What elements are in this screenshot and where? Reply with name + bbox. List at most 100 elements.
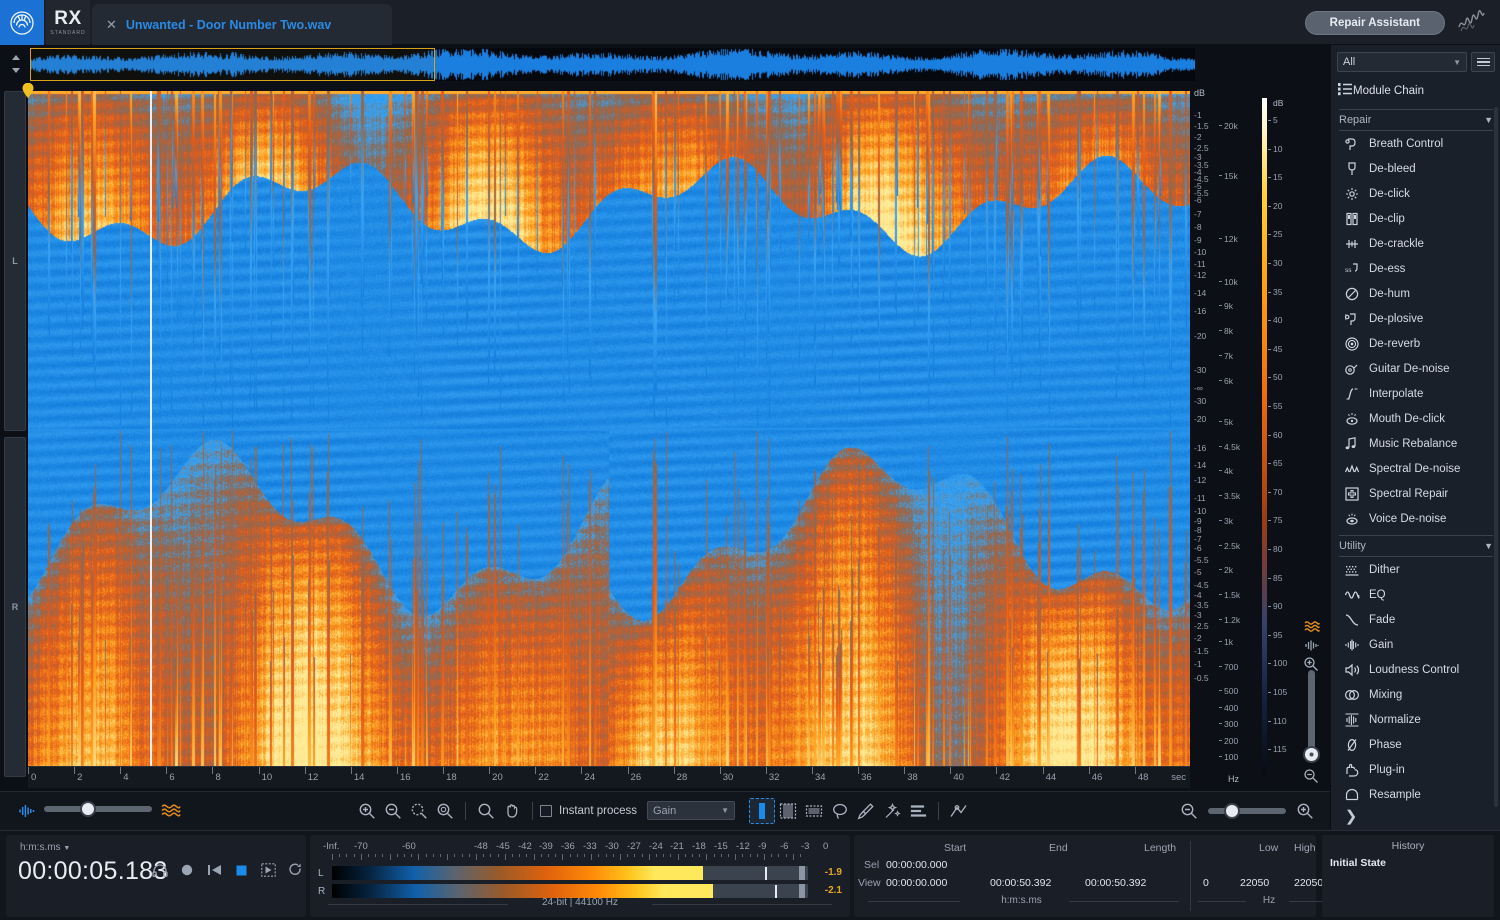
module-item-de-reverb[interactable]: De-reverb <box>1331 331 1500 356</box>
module-item-de-crackle[interactable]: De-crackle <box>1331 231 1500 256</box>
editor-toolbar[interactable]: Instant process Gain ▼ <box>0 791 1330 829</box>
module-item-de-plosive[interactable]: De-plosive <box>1331 306 1500 331</box>
current-time-display[interactable]: 00:00:05.183 <box>18 857 168 886</box>
hand-tool-icon[interactable] <box>499 798 525 824</box>
sidebar-item-module-chain[interactable]: Module Chain <box>1337 79 1495 103</box>
zoom-in-icon[interactable] <box>1292 798 1318 824</box>
waveform-scribble-icon[interactable] <box>1456 9 1488 37</box>
stop-icon[interactable] <box>233 862 249 878</box>
magic-wand-selection-tool-icon[interactable] <box>879 798 905 824</box>
spectrogram-panel[interactable]: L R sec 0 2 4 6 8 10 12 14 16 18 20 22 24 26 28 30 32 34 3… <box>0 82 1330 791</box>
view-end[interactable]: 00:00:50.392 <box>990 877 1051 889</box>
sel-start[interactable]: 00:00:00.000 <box>886 859 947 871</box>
overview-waveform-panel[interactable] <box>0 45 1330 83</box>
module-group-header-repair[interactable]: Repair ▼ <box>1339 109 1493 131</box>
document-tab[interactable]: ✕ Unwanted - Door Number Two.wav <box>92 4 392 45</box>
vertical-zoom-slider-knob[interactable] <box>1303 746 1320 763</box>
zoom-to-selection-icon[interactable] <box>406 798 432 824</box>
module-item-de-bleed[interactable]: De-bleed <box>1331 156 1500 181</box>
time-frequency-selection-tool-icon[interactable] <box>801 798 827 824</box>
module-item-dither[interactable]: Dither <box>1331 557 1500 582</box>
module-item-loudness-control[interactable]: Loudness Control <box>1331 657 1500 682</box>
module-item-de-ess[interactable]: ss De-ess <box>1331 256 1500 281</box>
izotope-logo[interactable] <box>0 0 44 45</box>
module-list[interactable]: Repair ▼ Breath Control De-bleed De-click De-… <box>1331 105 1500 830</box>
module-item-normalize[interactable]: Normalize <box>1331 707 1500 732</box>
freq-high[interactable]: 22050 <box>1240 877 1269 889</box>
hamburger-menu-icon[interactable] <box>1471 52 1495 72</box>
module-sidebar[interactable]: All ▼ Module Chain Repair ▼ Breath Control… <box>1330 45 1500 830</box>
module-item-mixing[interactable]: Mixing <box>1331 682 1500 707</box>
module-filter-select[interactable]: All ▼ <box>1337 52 1467 72</box>
monitor-headphones-icon[interactable] <box>152 862 168 878</box>
module-item-spectral-repair[interactable]: Spectral Repair <box>1331 481 1500 506</box>
play-selection-icon[interactable] <box>260 862 276 878</box>
chevron-right-icon[interactable]: ❯ <box>1341 806 1361 826</box>
go-to-start-icon[interactable] <box>206 862 222 878</box>
blend-slider-track[interactable] <box>44 806 152 812</box>
module-item-resample[interactable]: Resample <box>1331 782 1500 807</box>
zoom-out-icon[interactable] <box>1303 768 1321 784</box>
time-selection-tool-icon[interactable] <box>748 797 775 824</box>
transport-controls[interactable] <box>152 862 330 878</box>
module-item-de-hum[interactable]: De-hum <box>1331 281 1500 306</box>
module-item-de-click[interactable]: De-click <box>1331 181 1500 206</box>
zoom-out-icon[interactable] <box>1176 798 1202 824</box>
blend-slider-knob[interactable] <box>80 801 96 817</box>
module-item-guitar-de-noise[interactable]: Guitar De-noise <box>1331 356 1500 381</box>
module-item-breath-control[interactable]: Breath Control <box>1331 131 1500 156</box>
channel-label-left[interactable]: L <box>4 91 26 431</box>
vertical-resize-icon[interactable] <box>6 51 26 77</box>
freq-low[interactable]: 0 <box>1203 877 1209 889</box>
waveform-spectrogram-blend-slider[interactable] <box>44 801 152 817</box>
zoom-to-fit-icon[interactable] <box>432 798 458 824</box>
zoom-out-icon[interactable] <box>380 798 406 824</box>
vertical-zoom-controls[interactable] <box>1300 618 1324 786</box>
meter-row-left[interactable]: L -1.9 <box>318 865 842 882</box>
channel-label-right[interactable]: R <box>4 437 26 777</box>
waveform-view-icon[interactable] <box>14 798 40 824</box>
brush-selection-tool-icon[interactable] <box>853 798 879 824</box>
time-format-select[interactable]: h:m:s.ms ▼ <box>20 842 70 853</box>
spectrogram-view-icon[interactable] <box>158 798 184 824</box>
module-item-interpolate[interactable]: Interpolate <box>1331 381 1500 406</box>
zoom-in-icon[interactable] <box>354 798 380 824</box>
harmonic-selection-tool-icon[interactable] <box>905 798 931 824</box>
history-panel[interactable]: History Initial State <box>1322 835 1494 917</box>
overview-waveform[interactable] <box>30 48 1195 81</box>
module-item-fade[interactable]: Fade <box>1331 607 1500 632</box>
horizontal-zoom-slider[interactable] <box>1208 802 1286 819</box>
module-item-phase[interactable]: Phase <box>1331 732 1500 757</box>
horizontal-zoom-track[interactable] <box>1208 807 1286 814</box>
freq-range[interactable]: 22050 <box>1294 877 1323 889</box>
playhead-marker-icon[interactable] <box>21 82 35 99</box>
magnifier-tool-icon[interactable] <box>473 798 499 824</box>
module-item-eq[interactable]: EQ <box>1331 582 1500 607</box>
overview-waveform-canvas[interactable] <box>30 48 1195 81</box>
view-start[interactable]: 00:00:00.000 <box>886 877 947 889</box>
record-icon[interactable] <box>179 862 195 878</box>
module-item-gain[interactable]: Gain <box>1331 632 1500 657</box>
pen-envelope-tool-icon[interactable] <box>946 798 972 824</box>
module-item-plug-in[interactable]: Plug-in <box>1331 757 1500 782</box>
module-item-mouth-de-click[interactable]: Mouth De-click <box>1331 406 1500 431</box>
module-item-voice-de-noise[interactable]: Voice De-noise <box>1331 506 1500 531</box>
sidebar-scrollbar[interactable] <box>1494 107 1498 807</box>
frequency-selection-tool-icon[interactable] <box>775 798 801 824</box>
loop-icon[interactable] <box>287 862 303 878</box>
waveform-view-icon[interactable] <box>1302 637 1322 653</box>
playhead-line[interactable] <box>150 91 152 766</box>
module-item-de-clip[interactable]: De-clip <box>1331 206 1500 231</box>
module-item-spectral-de-noise[interactable]: Spectral De-noise <box>1331 456 1500 481</box>
spectrogram-view-icon[interactable] <box>1302 618 1322 634</box>
process-type-select[interactable]: Gain ▼ <box>646 801 735 820</box>
repair-assistant-button[interactable]: Repair Assistant <box>1304 11 1445 35</box>
history-item[interactable]: Initial State <box>1330 857 1386 869</box>
view-length[interactable]: 00:00:50.392 <box>1085 877 1146 889</box>
horizontal-zoom-knob[interactable] <box>1224 802 1240 819</box>
module-item-music-rebalance[interactable]: Music Rebalance <box>1331 431 1500 456</box>
spectrogram-canvas[interactable] <box>28 91 1190 766</box>
module-group-header-utility[interactable]: Utility ▼ <box>1339 535 1493 557</box>
close-icon[interactable]: ✕ <box>106 17 117 33</box>
time-ruler[interactable]: sec 0 2 4 6 8 10 12 14 16 18 20 22 24 26 28 30 32 34 36 38 4… <box>28 766 1190 788</box>
